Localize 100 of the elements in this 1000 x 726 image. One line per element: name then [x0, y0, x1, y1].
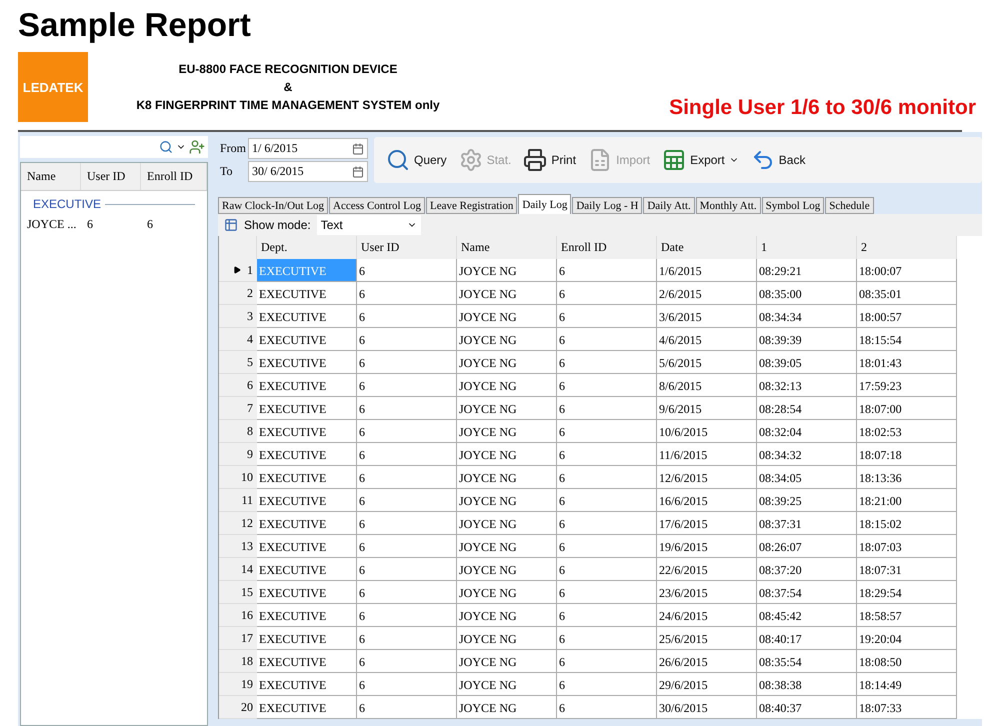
table-cell: 6: [357, 673, 457, 696]
row-header[interactable]: 19: [219, 673, 257, 696]
row-header[interactable]: 17: [219, 627, 257, 650]
row-header[interactable]: 11: [219, 489, 257, 512]
table-cell: JOYCE NG: [457, 259, 557, 282]
row-header[interactable]: 18: [219, 650, 257, 673]
table-cell: 18:00:57: [857, 305, 957, 328]
row-number: 12: [241, 516, 253, 530]
table-cell: 9/6/2015: [657, 397, 757, 420]
table-cell: 4/6/2015: [657, 328, 757, 351]
table-cell: 1/6/2015: [657, 259, 757, 282]
tab[interactable]: Schedule: [825, 197, 874, 214]
table-cell: EXECUTIVE: [257, 558, 357, 581]
table-cell: JOYCE NG: [457, 351, 557, 374]
table-cell: 6: [557, 351, 657, 374]
table-icon[interactable]: [224, 218, 238, 232]
table-cell: 6: [557, 443, 657, 466]
table-cell: 17/6/2015: [657, 512, 757, 535]
row-header[interactable]: 12: [219, 512, 257, 535]
add-user-icon[interactable]: [189, 139, 205, 155]
table-cell: 08:39:25: [757, 489, 857, 512]
row-number: 9: [247, 446, 253, 462]
from-date-field[interactable]: 1/ 6/2015: [248, 138, 368, 159]
row-header[interactable]: 4: [219, 328, 257, 351]
row-header[interactable]: 6: [219, 374, 257, 397]
table-cell: JOYCE NG: [457, 489, 557, 512]
show-mode-select[interactable]: Text: [316, 215, 421, 235]
table-cell: 18:08:50: [857, 650, 957, 673]
table-cell: 18:15:54: [857, 328, 957, 351]
row-number: 16: [241, 608, 253, 622]
table-cell: JOYCE NG: [457, 305, 557, 328]
table-cell: 6: [357, 512, 457, 535]
calendar-icon[interactable]: [352, 166, 364, 178]
row-header[interactable]: 5: [219, 351, 257, 374]
to-date-field[interactable]: 30/ 6/2015: [248, 161, 368, 182]
table-cell: 08:28:54: [757, 397, 857, 420]
tab[interactable]: Leave Registration: [426, 197, 518, 214]
table-cell: 6: [557, 512, 657, 535]
table-cell: 10/6/2015: [657, 420, 757, 443]
toolbar-button[interactable]: Back: [748, 146, 808, 174]
table-cell: EXECUTIVE: [257, 673, 357, 696]
employee-name[interactable]: JOYCE ...: [27, 217, 87, 232]
search-icon[interactable]: [159, 140, 173, 154]
row-number: 5: [247, 354, 253, 370]
tab[interactable]: Access Control Log: [329, 197, 426, 214]
row-header[interactable]: 15: [219, 581, 257, 604]
tab[interactable]: Daily Log - H: [572, 197, 642, 214]
column-header: Enroll ID: [557, 236, 657, 260]
row-header[interactable]: 9: [219, 443, 257, 466]
tab[interactable]: Daily Log: [518, 194, 572, 214]
row-header[interactable]: 2: [219, 282, 257, 305]
search-field[interactable]: [20, 136, 208, 158]
header-line: EU-8800 FACE RECOGNITION DEVICE: [178, 62, 398, 76]
column-header: User ID: [357, 236, 457, 260]
gear-icon: [458, 148, 483, 172]
table-cell: 25/6/2015: [657, 627, 757, 650]
report-note: Single User 1/6 to 30/6 monitor: [669, 96, 976, 120]
tab[interactable]: Raw Clock-In/Out Log: [218, 197, 328, 214]
table-cell: 6: [357, 282, 457, 305]
row-header[interactable]: 16: [219, 604, 257, 627]
table-cell: 18:02:53: [857, 420, 957, 443]
table-cell: 08:34:05: [757, 466, 857, 489]
table-cell: EXECUTIVE: [257, 397, 357, 420]
tab[interactable]: Daily Att.: [643, 197, 695, 214]
table-cell: EXECUTIVE: [257, 650, 357, 673]
row-header[interactable]: 10: [219, 466, 257, 489]
tab[interactable]: Symbol Log: [762, 197, 824, 214]
row-header[interactable]: 3: [219, 305, 257, 328]
table-cell: JOYCE NG: [457, 374, 557, 397]
table-cell: 08:35:00: [757, 282, 857, 305]
table-cell: 08:26:07: [757, 535, 857, 558]
table-cell: 6: [557, 604, 657, 627]
row-header[interactable]: 14: [219, 558, 257, 581]
row-header[interactable]: 1: [219, 259, 257, 282]
column-header: Name: [457, 236, 557, 260]
table-cell: EXECUTIVE: [257, 489, 357, 512]
row-header[interactable]: 8: [219, 420, 257, 443]
table-cell: JOYCE NG: [457, 627, 557, 650]
table-cell: JOYCE NG: [457, 443, 557, 466]
table-cell: EXECUTIVE: [257, 512, 357, 535]
row-header[interactable]: 7: [219, 397, 257, 420]
tab[interactable]: Monthly Att.: [696, 197, 761, 214]
calendar-icon[interactable]: [352, 142, 364, 154]
toolbar-button[interactable]: Query: [384, 146, 449, 174]
table-cell: 18:13:36: [857, 466, 957, 489]
table-cell: 6: [557, 466, 657, 489]
toolbar-button[interactable]: Export: [660, 146, 741, 174]
toolbar-button[interactable]: Print: [521, 146, 578, 174]
row-header[interactable]: 20: [219, 696, 257, 719]
row-header[interactable]: 13: [219, 535, 257, 558]
table-cell: 18:14:49: [857, 673, 957, 696]
table-cell: 18:21:00: [857, 489, 957, 512]
table-cell: JOYCE NG: [457, 466, 557, 489]
table-cell: 6: [357, 328, 457, 351]
table-cell: JOYCE NG: [457, 535, 557, 558]
table-cell: 8/6/2015: [657, 374, 757, 397]
row-number: 19: [241, 676, 253, 692]
table-cell: 6: [357, 604, 457, 627]
table-cell: 08:40:17: [757, 627, 857, 650]
column-header: Name: [21, 163, 81, 190]
